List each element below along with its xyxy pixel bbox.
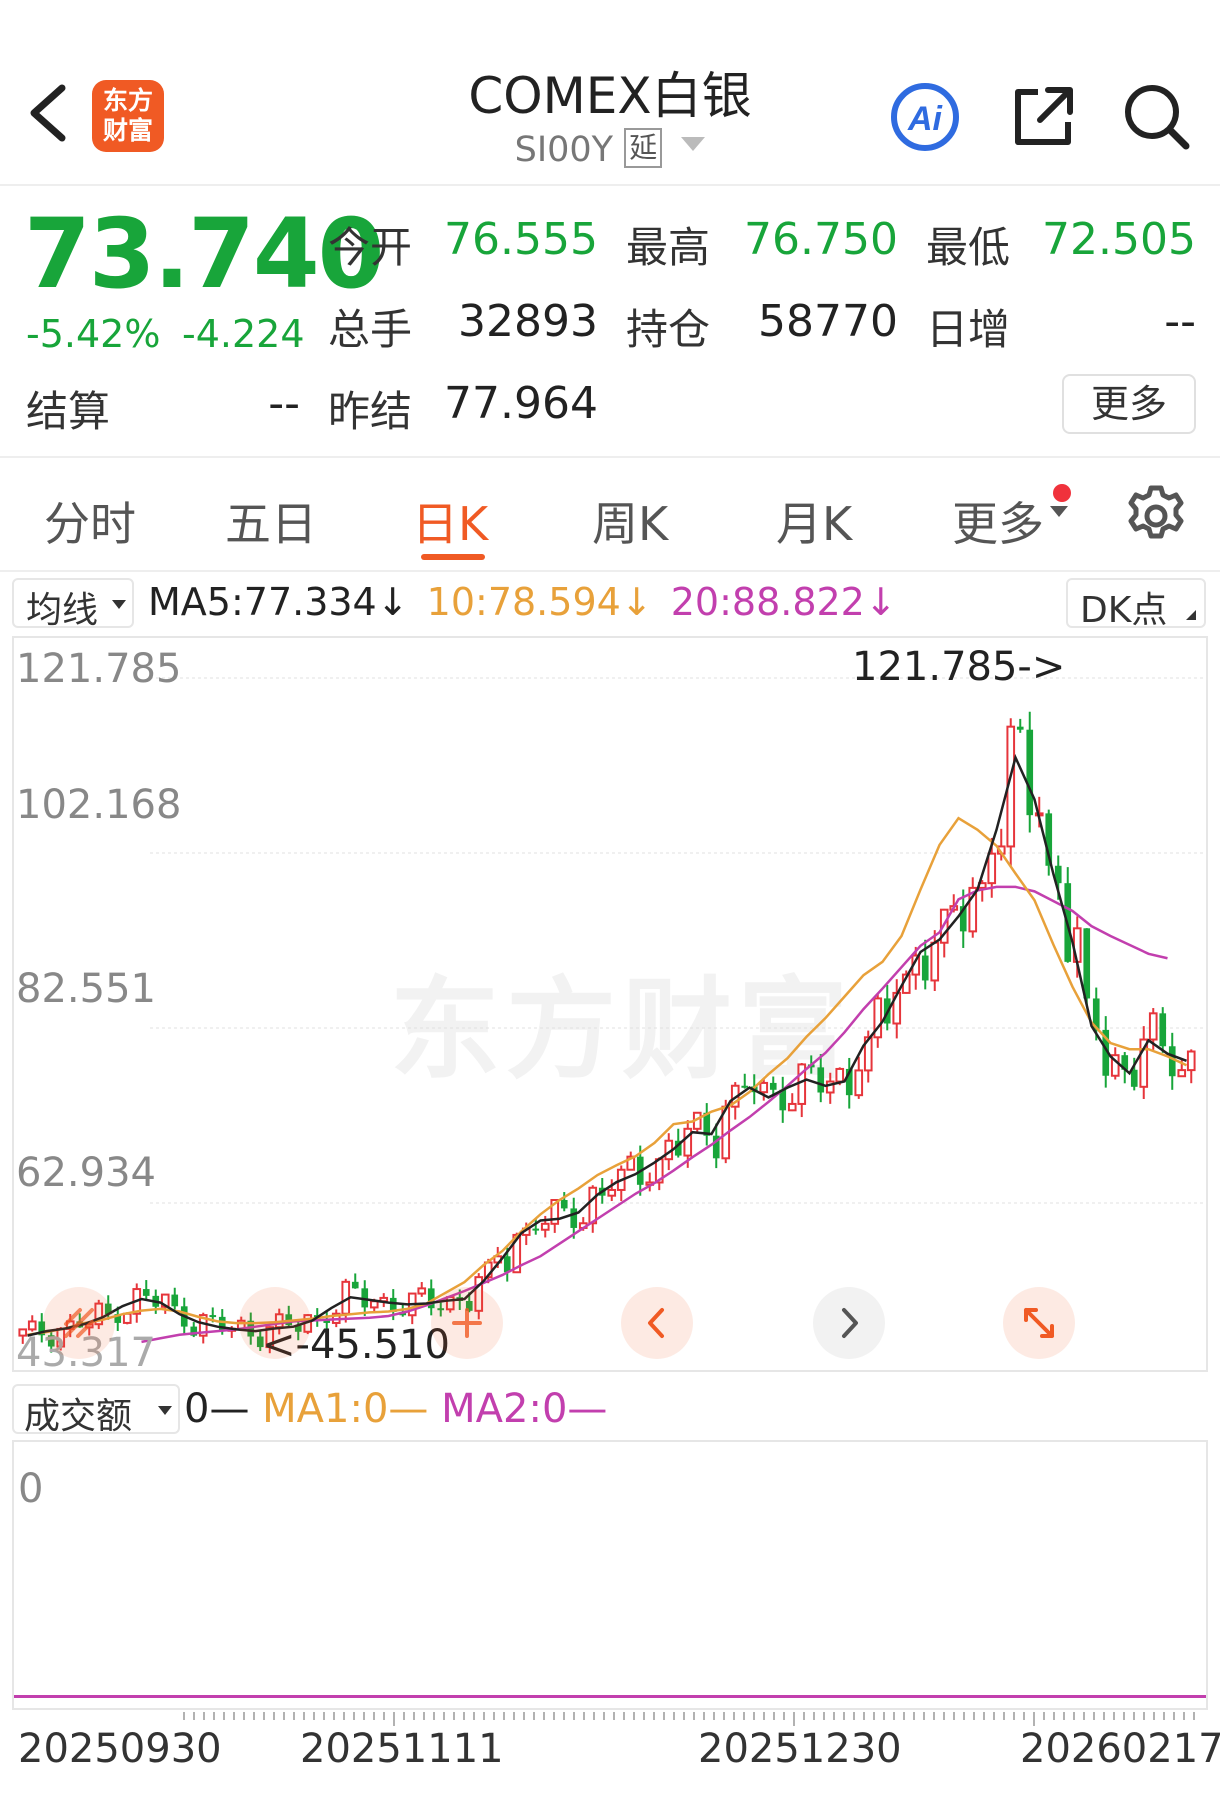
x-tick-label: 20260217 bbox=[1020, 1726, 1220, 1772]
x-tick-label: 20251230 bbox=[698, 1726, 902, 1772]
candle-body bbox=[921, 955, 929, 981]
candle-body bbox=[1159, 1013, 1167, 1047]
candle-body bbox=[351, 1281, 359, 1289]
volume-ma-line bbox=[14, 1695, 1206, 1698]
candle-body bbox=[1148, 1012, 1158, 1041]
candle-body bbox=[1016, 726, 1024, 730]
candle-body bbox=[1026, 729, 1034, 816]
candle-body bbox=[741, 1085, 749, 1088]
candle-body bbox=[540, 1222, 550, 1231]
volume-value: 0— bbox=[184, 1386, 250, 1432]
candle-body bbox=[503, 1256, 511, 1273]
volume-ma1: MA1:0— bbox=[262, 1386, 429, 1432]
zoom-out-icon[interactable] bbox=[42, 1286, 116, 1360]
turnover-label: 成交额 bbox=[24, 1396, 133, 1437]
kline-chart[interactable] bbox=[0, 0, 1220, 1400]
candle-body bbox=[854, 1069, 864, 1097]
candle-body bbox=[417, 1287, 427, 1295]
candle-body bbox=[769, 1082, 777, 1090]
volume-axis-label: 0 bbox=[18, 1466, 44, 1512]
candle-body bbox=[987, 852, 997, 885]
volume-ma-values: 0— MA1:0— MA2:0— bbox=[184, 1386, 607, 1432]
scroll-left-icon[interactable] bbox=[620, 1286, 694, 1360]
y-tick-label: 121.785 bbox=[16, 646, 182, 692]
candle-body bbox=[560, 1200, 568, 1209]
x-tick-label: 20251111 bbox=[300, 1726, 504, 1772]
candle-body bbox=[570, 1208, 578, 1228]
y-tick-label: 82.551 bbox=[16, 966, 156, 1012]
candle-body bbox=[588, 1186, 598, 1225]
ma10-line bbox=[27, 816, 1188, 1336]
candle-body bbox=[532, 1228, 540, 1231]
candle-body bbox=[171, 1294, 179, 1307]
chevron-down-icon bbox=[158, 1406, 172, 1415]
candle-body bbox=[835, 1067, 845, 1083]
ma20-line bbox=[141, 885, 1168, 1344]
candle-body bbox=[607, 1188, 617, 1197]
candle-body bbox=[930, 941, 940, 982]
volume-indicator-selector[interactable]: 成交额 bbox=[12, 1384, 180, 1437]
max-price-marker: 121.785-> bbox=[852, 644, 1066, 690]
candle-body bbox=[787, 1102, 797, 1112]
candle-body bbox=[817, 1067, 825, 1093]
candle-body bbox=[759, 1081, 769, 1094]
scroll-right-icon[interactable] bbox=[812, 1286, 886, 1360]
candle-body bbox=[27, 1320, 37, 1331]
plus-icon[interactable] bbox=[430, 1286, 504, 1360]
candle-body bbox=[1186, 1050, 1196, 1072]
volume-ma2: MA2:0— bbox=[441, 1386, 608, 1432]
zoom-in-icon[interactable] bbox=[238, 1286, 312, 1360]
volume-chart[interactable]: 0 bbox=[12, 1440, 1208, 1710]
candle-body bbox=[122, 1312, 132, 1324]
y-tick-label: 102.168 bbox=[16, 782, 182, 828]
x-tick-label: 20250930 bbox=[18, 1726, 222, 1772]
candle-body bbox=[1168, 1046, 1176, 1077]
candle-body bbox=[1177, 1069, 1187, 1078]
fullscreen-icon[interactable] bbox=[1002, 1286, 1076, 1360]
candle-body bbox=[1083, 928, 1091, 999]
candle-body bbox=[142, 1289, 150, 1296]
candle-body bbox=[1130, 1069, 1138, 1087]
candle-body bbox=[209, 1315, 217, 1318]
y-tick-label: 62.934 bbox=[16, 1150, 156, 1196]
